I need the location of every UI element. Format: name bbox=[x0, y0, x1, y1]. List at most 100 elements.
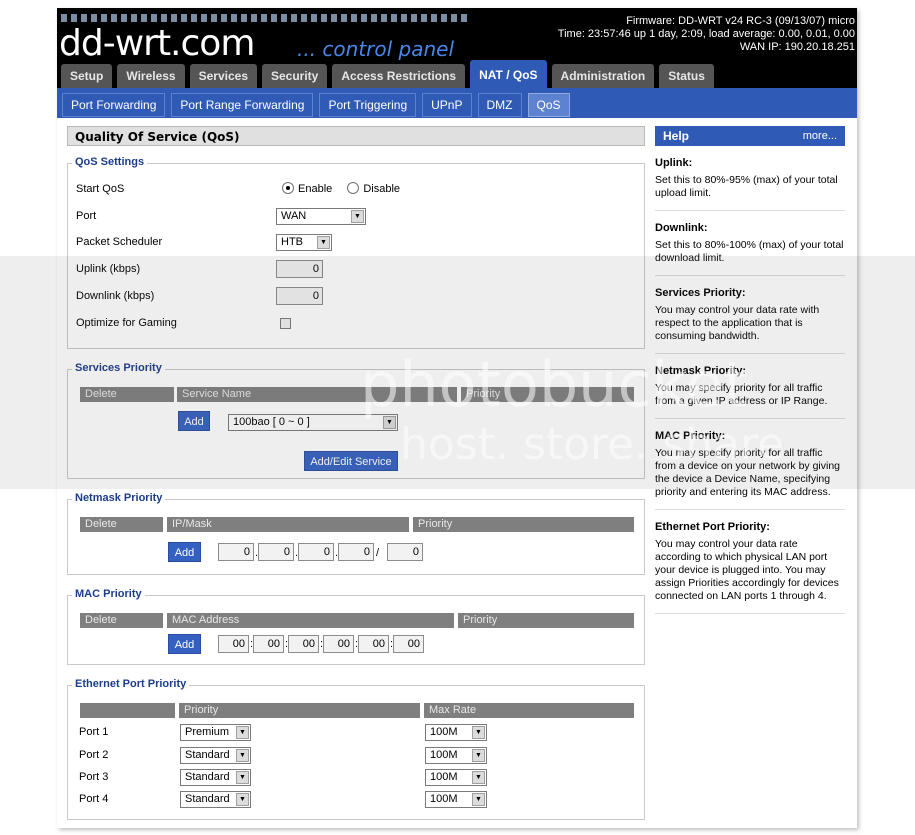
port-3-priority-value: Standard bbox=[185, 771, 230, 783]
chevron-down-icon: ▼ bbox=[317, 236, 330, 249]
content: Quality Of Service (QoS) QoS Settings St… bbox=[57, 118, 857, 828]
col-priority: Priority bbox=[179, 703, 420, 718]
port-1-priority-select[interactable]: Premium ▼ bbox=[180, 724, 251, 741]
add-service-button[interactable]: Add bbox=[178, 411, 210, 431]
help-item-title: Downlink: bbox=[655, 222, 708, 234]
wan-ip-info: WAN IP: 190.20.18.251 bbox=[739, 41, 855, 53]
logo-pattern bbox=[61, 14, 471, 22]
help-item-services: Services Priority: You may control your … bbox=[655, 276, 845, 354]
port-label: Port bbox=[76, 210, 97, 222]
mac-octet-4[interactable]: 00 bbox=[323, 635, 354, 653]
add-mac-button[interactable]: Add bbox=[168, 634, 201, 654]
enable-radio[interactable] bbox=[282, 182, 294, 194]
col-service-name: Service Name bbox=[177, 387, 457, 402]
col-priority: Priority bbox=[413, 517, 634, 532]
help-item-text: Set this to 80%-100% (max) of your total… bbox=[655, 239, 844, 264]
chevron-down-icon: ▼ bbox=[472, 771, 485, 784]
tab-access-restrictions[interactable]: Access Restrictions bbox=[332, 64, 466, 88]
tab-nat-qos[interactable]: NAT / QoS bbox=[470, 60, 547, 88]
help-item-text: You may specify priority for all traffic… bbox=[655, 447, 841, 498]
uptime-info: Time: 23:57:46 up 1 day, 2:09, load aver… bbox=[557, 28, 855, 40]
tab-security[interactable]: Security bbox=[262, 64, 328, 88]
uplink-input[interactable]: 0 bbox=[276, 260, 323, 278]
port-3-label: Port 3 bbox=[79, 771, 109, 783]
ethernet-priority-legend: Ethernet Port Priority bbox=[72, 677, 190, 691]
chevron-down-icon: ▼ bbox=[236, 726, 249, 739]
sub-tabs: Port Forwarding Port Range Forwarding Po… bbox=[57, 88, 857, 118]
subtab-qos[interactable]: QoS bbox=[527, 93, 570, 117]
logo: dd-wrt.com bbox=[59, 23, 255, 64]
ip-octet-1[interactable]: 0 bbox=[218, 543, 254, 561]
help-header: Help more... bbox=[655, 126, 845, 146]
start-qos-control: Enable Disable bbox=[282, 180, 400, 198]
port-4-priority-select[interactable]: Standard ▼ bbox=[180, 791, 251, 808]
logo-subtitle: ... control panel bbox=[297, 37, 455, 61]
port-4-rate-select[interactable]: 100M ▼ bbox=[425, 791, 487, 808]
help-item-mac: MAC Priority: You may specify priority f… bbox=[655, 419, 845, 510]
scheduler-select[interactable]: HTB ▼ bbox=[276, 234, 332, 251]
help-item-text: You may control your data rate according… bbox=[655, 538, 839, 602]
gaming-checkbox[interactable] bbox=[280, 318, 291, 329]
port-3-priority-select[interactable]: Standard ▼ bbox=[180, 769, 251, 786]
service-select[interactable]: 100bao [ 0 ~ 0 ] ▼ bbox=[228, 414, 398, 431]
chevron-down-icon: ▼ bbox=[236, 793, 249, 806]
mask-input[interactable]: 0 bbox=[387, 543, 423, 561]
ip-octet-2[interactable]: 0 bbox=[258, 543, 294, 561]
tab-administration[interactable]: Administration bbox=[551, 64, 655, 88]
subtab-dmz[interactable]: DMZ bbox=[477, 93, 522, 117]
disable-radio[interactable] bbox=[347, 182, 360, 194]
col-port bbox=[80, 703, 175, 718]
mac-octet-5[interactable]: 00 bbox=[358, 635, 389, 653]
tab-wireless[interactable]: Wireless bbox=[117, 64, 185, 88]
port-4-priority-value: Standard bbox=[185, 793, 230, 805]
subtab-port-range-forwarding[interactable]: Port Range Forwarding bbox=[171, 93, 314, 117]
chevron-down-icon: ▼ bbox=[236, 771, 249, 784]
header: dd-wrt.com ... control panel Firmware: D… bbox=[57, 8, 857, 88]
help-item-title: Services Priority: bbox=[655, 287, 746, 299]
help-panel: Help more... Uplink: Set this to 80%-95%… bbox=[655, 126, 845, 614]
col-ip-mask: IP/Mask bbox=[167, 517, 409, 532]
scheduler-select-value: HTB bbox=[281, 236, 303, 248]
mac-octet-3[interactable]: 00 bbox=[288, 635, 319, 653]
col-max-rate: Max Rate bbox=[424, 703, 634, 718]
port-3-rate-select[interactable]: 100M ▼ bbox=[425, 769, 487, 786]
ip-octet-4[interactable]: 0 bbox=[338, 543, 374, 561]
help-item-netmask: Netmask Priority: You may specify priori… bbox=[655, 354, 845, 419]
port-2-rate-select[interactable]: 100M ▼ bbox=[425, 747, 487, 764]
tab-services[interactable]: Services bbox=[189, 64, 257, 88]
subtab-upnp[interactable]: UPnP bbox=[422, 93, 472, 117]
tab-setup[interactable]: Setup bbox=[61, 64, 113, 88]
help-item-text: You may specify priority for all traffic… bbox=[655, 382, 828, 407]
port-2-rate-value: 100M bbox=[430, 749, 458, 761]
qos-settings-legend: QoS Settings bbox=[72, 155, 148, 169]
port-select[interactable]: WAN ▼ bbox=[276, 208, 366, 225]
start-qos-label: Start QoS bbox=[76, 183, 125, 195]
chevron-down-icon: ▼ bbox=[383, 416, 396, 429]
port-2-priority-select[interactable]: Standard ▼ bbox=[180, 747, 251, 764]
page-title: Quality Of Service (QoS) bbox=[67, 126, 645, 146]
tab-status[interactable]: Status bbox=[659, 64, 714, 88]
add-edit-service-button[interactable]: Add/Edit Service bbox=[304, 451, 398, 471]
ip-octet-3[interactable]: 0 bbox=[298, 543, 334, 561]
mac-octet-2[interactable]: 00 bbox=[253, 635, 284, 653]
gaming-label: Optimize for Gaming bbox=[76, 317, 177, 329]
services-priority-legend: Services Priority bbox=[72, 361, 165, 375]
mac-octet-6[interactable]: 00 bbox=[393, 635, 424, 653]
help-item-uplink: Uplink: Set this to 80%-95% (max) of you… bbox=[655, 146, 845, 211]
scheduler-label: Packet Scheduler bbox=[76, 236, 163, 248]
subtab-port-triggering[interactable]: Port Triggering bbox=[319, 93, 417, 117]
port-select-value: WAN bbox=[281, 210, 307, 222]
help-item-text: Set this to 80%-95% (max) of your total … bbox=[655, 174, 838, 199]
chevron-down-icon: ▼ bbox=[236, 749, 249, 762]
main-tabs: Setup Wireless Services Security Access … bbox=[61, 60, 719, 88]
downlink-input[interactable]: 0 bbox=[276, 287, 323, 305]
help-title: Help bbox=[663, 129, 690, 143]
port-1-rate-select[interactable]: 100M ▼ bbox=[425, 724, 487, 741]
router-window: dd-wrt.com ... control panel Firmware: D… bbox=[57, 8, 857, 828]
help-more-link[interactable]: more... bbox=[803, 126, 837, 146]
chevron-down-icon: ▼ bbox=[472, 793, 485, 806]
subtab-port-forwarding[interactable]: Port Forwarding bbox=[62, 93, 166, 117]
port-2-priority-value: Standard bbox=[185, 749, 230, 761]
add-netmask-button[interactable]: Add bbox=[168, 542, 201, 562]
mac-octet-1[interactable]: 00 bbox=[218, 635, 249, 653]
